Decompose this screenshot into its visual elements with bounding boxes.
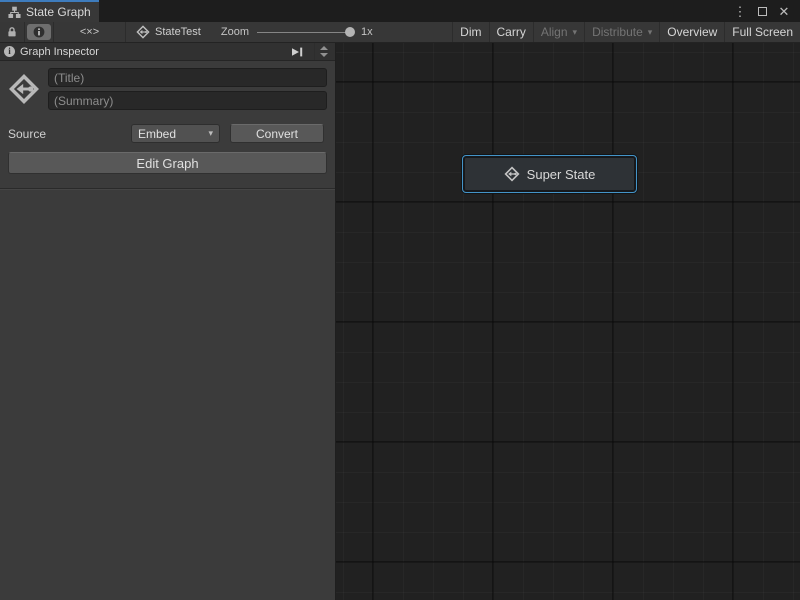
zoom-slider-handle[interactable] (345, 27, 355, 37)
window-controls: ⋮ ✕ (724, 2, 800, 22)
convert-button[interactable]: Convert (230, 124, 324, 143)
breadcrumb-statetest[interactable]: StateTest (126, 22, 211, 42)
code-icon: <×> (80, 26, 99, 38)
align-dropdown-button[interactable]: Align ▾ (534, 22, 584, 42)
zoom-control: Zoom 1x (211, 22, 383, 42)
graph-inspector-panel: i Graph Inspector (0, 43, 336, 600)
graph-inspector-header: i Graph Inspector (0, 43, 335, 61)
toolbar-separator (24, 22, 25, 42)
main-area: i Graph Inspector (0, 43, 800, 600)
panel-scroll-arrows[interactable] (314, 43, 331, 60)
node-super-state[interactable]: Super State (462, 155, 637, 193)
chevron-down-icon: ▾ (208, 128, 213, 139)
toolbar-right-group: Dim Carry Align ▾ Distribute ▾ Overview (452, 22, 800, 42)
code-view-button[interactable]: <×> (54, 22, 125, 42)
full-screen-button-label: Full Screen (732, 25, 793, 39)
carry-button[interactable]: Carry (490, 22, 533, 42)
breadcrumb-label: StateTest (155, 26, 201, 38)
dim-button-label: Dim (460, 25, 481, 39)
convert-button-label: Convert (256, 127, 298, 141)
node-label: Super State (527, 167, 596, 182)
distribute-dropdown-button[interactable]: Distribute ▾ (585, 22, 659, 42)
lock-icon (6, 26, 18, 38)
source-dropdown[interactable]: Embed ▾ (131, 124, 220, 143)
source-row: Source Embed ▾ Convert (0, 116, 335, 143)
graph-meta-section (0, 61, 335, 116)
inspector-empty-area (0, 190, 335, 600)
chevron-down-icon: ▾ (573, 27, 578, 38)
edit-graph-button-label: Edit Graph (136, 156, 198, 171)
overview-button[interactable]: Overview (660, 22, 724, 42)
graph-canvas[interactable]: Super State (336, 43, 800, 600)
state-graph-window: State Graph ⋮ ✕ (0, 0, 800, 600)
align-button-label: Align (541, 25, 568, 39)
state-graph-icon (6, 73, 42, 105)
tab-label: State Graph (26, 5, 91, 19)
graph-hierarchy-icon (8, 6, 21, 19)
info-icon (33, 26, 45, 38)
scroll-up-icon[interactable] (320, 46, 328, 50)
zoom-slider-track (257, 32, 353, 33)
graph-toolbar: <×> StateTest Zoom 1x (0, 22, 800, 43)
tab-state-graph[interactable]: State Graph (0, 0, 99, 22)
inspector-toggle-button[interactable] (27, 24, 51, 40)
graph-meta-fields (48, 68, 327, 110)
edit-graph-button[interactable]: Edit Graph (8, 152, 327, 174)
overview-button-label: Overview (667, 25, 717, 39)
dim-button[interactable]: Dim (453, 22, 488, 42)
full-screen-button[interactable]: Full Screen (725, 22, 800, 42)
zoom-label: Zoom (221, 26, 249, 38)
source-label: Source (8, 127, 131, 141)
zoom-slider[interactable] (257, 26, 353, 38)
scroll-down-icon[interactable] (320, 53, 328, 57)
carry-button-label: Carry (497, 25, 526, 39)
window-menu-icon[interactable]: ⋮ (732, 2, 748, 22)
zoom-value: 1x (361, 26, 373, 38)
state-machine-icon (504, 166, 520, 182)
tab-bar: State Graph ⋮ ✕ (0, 0, 800, 22)
maximize-icon[interactable] (754, 2, 770, 22)
info-icon: i (4, 46, 15, 57)
distribute-button-label: Distribute (592, 25, 643, 39)
graph-title-input[interactable] (48, 68, 327, 87)
source-dropdown-value: Embed (138, 127, 203, 141)
graph-inspector-title: Graph Inspector (20, 46, 282, 58)
close-icon[interactable]: ✕ (776, 2, 792, 22)
lock-button[interactable] (0, 22, 24, 42)
maximize-box-glyph (758, 7, 767, 16)
state-machine-icon (136, 25, 150, 39)
dock-inspector-button[interactable] (287, 45, 307, 59)
graph-summary-input[interactable] (48, 91, 327, 110)
chevron-down-icon: ▾ (648, 27, 653, 38)
